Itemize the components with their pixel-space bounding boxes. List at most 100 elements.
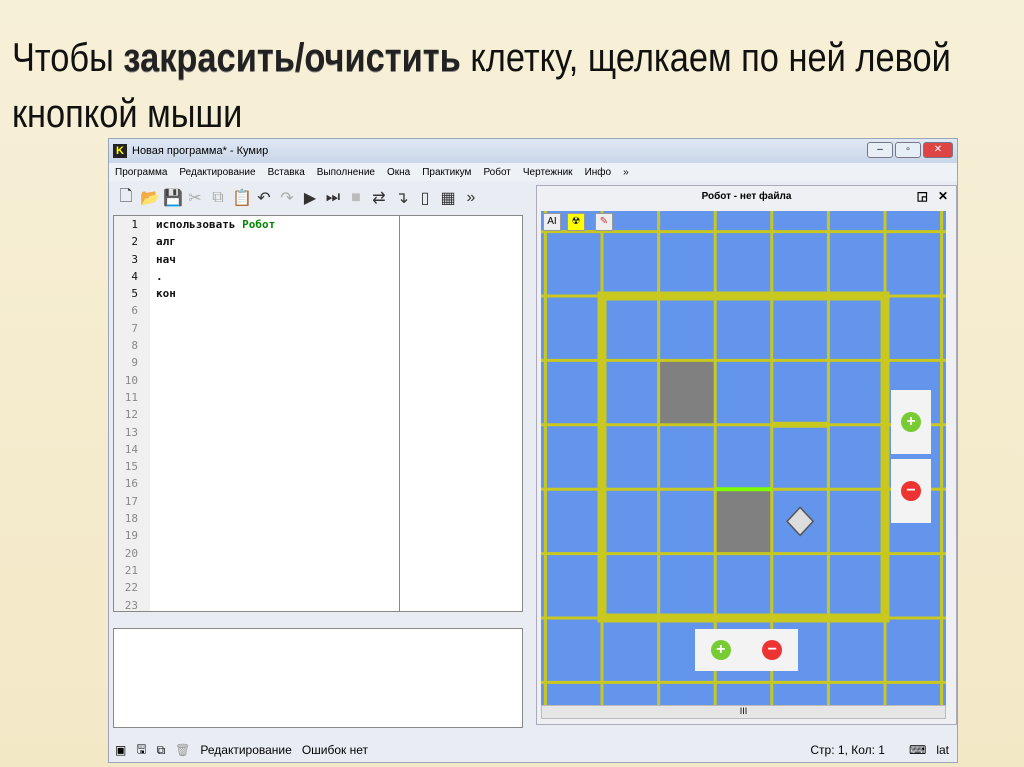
console-icon[interactable]: ▣ xyxy=(115,743,126,757)
menu-item[interactable]: Окна xyxy=(387,167,410,178)
painted-cell xyxy=(658,360,716,425)
paste-icon[interactable]: 📋 xyxy=(232,188,252,208)
save-icon[interactable]: 💾 xyxy=(163,188,183,208)
menu-item[interactable]: Программа xyxy=(115,167,167,178)
maximize-button[interactable]: ▫ xyxy=(895,142,921,158)
robot-icon xyxy=(786,506,815,537)
step-into-icon[interactable]: ↴ xyxy=(393,188,411,208)
errors-status: Ошибок нет xyxy=(301,743,369,757)
row-controls: + − xyxy=(695,629,798,671)
keyword: кон xyxy=(156,287,176,301)
status-bar: ▣ 🖫 ⧉ 🗑 Редактирование Ошибок нет Стр: 1, К… xyxy=(109,738,957,762)
line-number: 5 xyxy=(131,287,138,301)
line-number: 17 xyxy=(124,494,138,508)
clear-icon[interactable]: 🗑 xyxy=(175,743,190,757)
undo-icon[interactable]: ↶ xyxy=(255,188,273,208)
title-bar: K Новая программа* - Кумир – ▫ ✕ xyxy=(109,139,957,163)
line-number: 4 xyxy=(131,269,138,283)
remove-column-control: − xyxy=(891,459,931,523)
copy-icon[interactable]: ⧉ xyxy=(209,189,227,207)
digital-view-icon[interactable]: ▯ xyxy=(416,188,434,208)
line-number: 15 xyxy=(124,460,138,474)
code-line: . xyxy=(156,268,275,285)
line-number: 3 xyxy=(131,252,138,266)
step-over-icon[interactable]: ⇄ xyxy=(370,188,388,208)
menu-item[interactable]: Практикум xyxy=(422,167,471,178)
horizontal-scrollbar[interactable]: III xyxy=(541,705,946,719)
radiation-button[interactable]: ☢ xyxy=(567,213,585,231)
menu-item[interactable]: Выполнение xyxy=(317,167,375,178)
code-lines: использовать Робот алг нач . кон xyxy=(156,216,275,302)
line-number: 8 xyxy=(131,339,138,353)
robot-panel-title: Робот - нет файла xyxy=(701,191,792,202)
grid-view-icon[interactable]: ▦ xyxy=(439,188,457,208)
module-name: Робот xyxy=(242,218,276,231)
copy-output-icon[interactable]: ⧉ xyxy=(157,743,166,758)
remove-column-minus-icon[interactable]: − xyxy=(901,481,921,501)
robot-field[interactable]: AI ☢ ✎ + − + − xyxy=(541,211,946,705)
float-icon[interactable]: ◲ xyxy=(917,189,928,203)
add-row-plus-icon[interactable]: + xyxy=(710,640,731,660)
add-column-plus-icon[interactable]: + xyxy=(901,412,921,432)
output-console[interactable] xyxy=(113,628,523,728)
menu-item[interactable]: Редактирование xyxy=(179,167,255,178)
code-line: нач xyxy=(156,251,275,268)
menu-item[interactable]: » xyxy=(623,167,629,178)
toolbar-more[interactable]: » xyxy=(462,189,480,207)
slide-heading: Чтобы закрасить/очистить клетку, щелкаем… xyxy=(12,36,951,136)
line-number: 9 xyxy=(131,356,138,370)
line-number: 16 xyxy=(124,477,138,491)
line-number: 20 xyxy=(124,546,138,560)
keyboard-icon: ⌨ xyxy=(908,743,927,757)
code-line: алг xyxy=(156,233,275,250)
save-output-icon[interactable]: 🖫 xyxy=(136,740,146,761)
field-border-wall xyxy=(597,291,890,623)
line-number: 12 xyxy=(124,408,138,422)
line-number: 11 xyxy=(124,390,138,404)
line-number: 19 xyxy=(124,529,138,543)
line-number: 6 xyxy=(131,304,138,318)
close-button[interactable]: ✕ xyxy=(923,142,953,158)
keyword: использовать xyxy=(156,218,243,231)
keyword: нач xyxy=(156,252,176,266)
line-number: 13 xyxy=(124,425,138,439)
text-mode-button[interactable]: AI xyxy=(543,213,561,231)
open-folder-icon[interactable]: 📂 xyxy=(140,188,160,208)
menu-item[interactable]: Робот xyxy=(483,167,510,178)
line-number: 23 xyxy=(124,598,138,612)
line-number: 22 xyxy=(124,581,138,595)
step-run-icon[interactable]: ⏭ xyxy=(324,189,342,207)
minimize-button[interactable]: – xyxy=(867,142,893,158)
line-number: 21 xyxy=(124,563,138,577)
stop-icon[interactable]: ■ xyxy=(347,189,365,207)
run-icon[interactable]: ▶ xyxy=(301,188,319,208)
line-number: 10 xyxy=(124,373,138,387)
keyword: . xyxy=(156,269,163,283)
cut-icon[interactable]: ✂ xyxy=(186,188,204,208)
menu-item[interactable]: Инфо xyxy=(585,167,612,178)
line-number: 1 xyxy=(131,218,138,231)
cursor-position: Стр: 1, Кол: 1 xyxy=(810,743,885,757)
redo-icon[interactable]: ↷ xyxy=(278,188,296,208)
line-number: 7 xyxy=(131,321,138,335)
keyboard-layout: lat xyxy=(936,743,949,757)
keyword: алг xyxy=(156,235,176,249)
mode-status: Редактирование xyxy=(200,743,292,757)
edit-mode-button[interactable]: ✎ xyxy=(595,213,613,231)
code-line: использовать Робот xyxy=(156,216,275,233)
line-number: 18 xyxy=(124,512,138,526)
new-file-icon[interactable]: 🗋 xyxy=(117,185,135,212)
margin-panel xyxy=(399,215,523,612)
window-title: Новая программа* - Кумир xyxy=(132,145,269,157)
menu-item[interactable]: Вставка xyxy=(268,167,305,178)
menu-bar: Программа Редактирование Вставка Выполнение… xyxy=(109,163,957,181)
code-line: кон xyxy=(156,285,275,302)
panel-close-icon[interactable]: ✕ xyxy=(938,189,948,203)
painted-cell xyxy=(715,489,772,554)
remove-row-minus-icon[interactable]: − xyxy=(762,640,783,660)
add-column-control: + xyxy=(891,390,931,454)
line-number: 2 xyxy=(131,235,138,249)
toolbar: 🗋 📂 💾 ✂ ⧉ 📋 ↶ ↷ ▶ ⏭ ■ ⇄ ↴ ▯ ▦ » xyxy=(111,185,529,211)
line-numbers: 1 2 3 4 5 6 7 8 9 10 11 12 13 14 15 16 17 18 19 20 21 22 23 xyxy=(114,216,150,612)
menu-item[interactable]: Чертежник xyxy=(523,167,573,178)
